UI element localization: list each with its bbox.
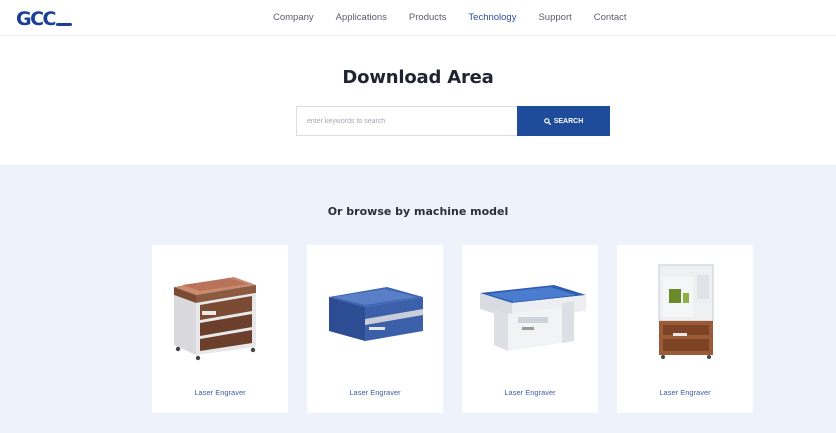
nav-products[interactable]: Products: [398, 12, 458, 23]
card-label: Laser Engraver: [349, 388, 401, 397]
machine-card[interactable]: Laser Engraver: [307, 245, 443, 413]
search-button-label: SEARCH: [553, 117, 584, 125]
card-label: Laser Engraver: [504, 388, 556, 397]
nav-technology[interactable]: Technology: [457, 12, 527, 23]
laser-marker-image: [658, 264, 714, 359]
browse-section: Or browse by machine model Laser Engrave…: [0, 165, 836, 433]
laser-engraver-image: [480, 285, 586, 351]
gcc-logo[interactable]: GCC: [16, 6, 72, 30]
nav-support[interactable]: Support: [527, 12, 582, 23]
search-icon: [543, 117, 551, 125]
laser-engraver-image: [174, 277, 256, 361]
nav-applications[interactable]: Applications: [325, 12, 398, 23]
download-section: Download Area SEARCH: [0, 37, 836, 165]
site-header: GCC Company Applications Products Techno…: [0, 0, 836, 36]
search-button[interactable]: SEARCH: [517, 106, 610, 136]
nav-contact[interactable]: Contact: [583, 12, 638, 23]
browse-title: Or browse by machine model: [327, 205, 509, 218]
card-label: Laser Engraver: [194, 388, 246, 397]
machine-card[interactable]: Laser Engraver: [462, 245, 598, 413]
search-bar: SEARCH: [296, 106, 610, 136]
nav-company[interactable]: Company: [262, 12, 325, 23]
search-input[interactable]: [296, 106, 517, 136]
logo-swoosh: [55, 23, 72, 26]
page-title: Download Area: [342, 67, 494, 88]
machine-card[interactable]: Laser Engraver: [617, 245, 753, 413]
main-nav: Company Applications Products Technology…: [262, 0, 638, 34]
laser-engraver-image: [329, 287, 423, 341]
card-label: Laser Engraver: [659, 388, 711, 397]
logo-text: GCC: [16, 8, 56, 30]
machine-card[interactable]: Laser Engraver: [152, 245, 288, 413]
